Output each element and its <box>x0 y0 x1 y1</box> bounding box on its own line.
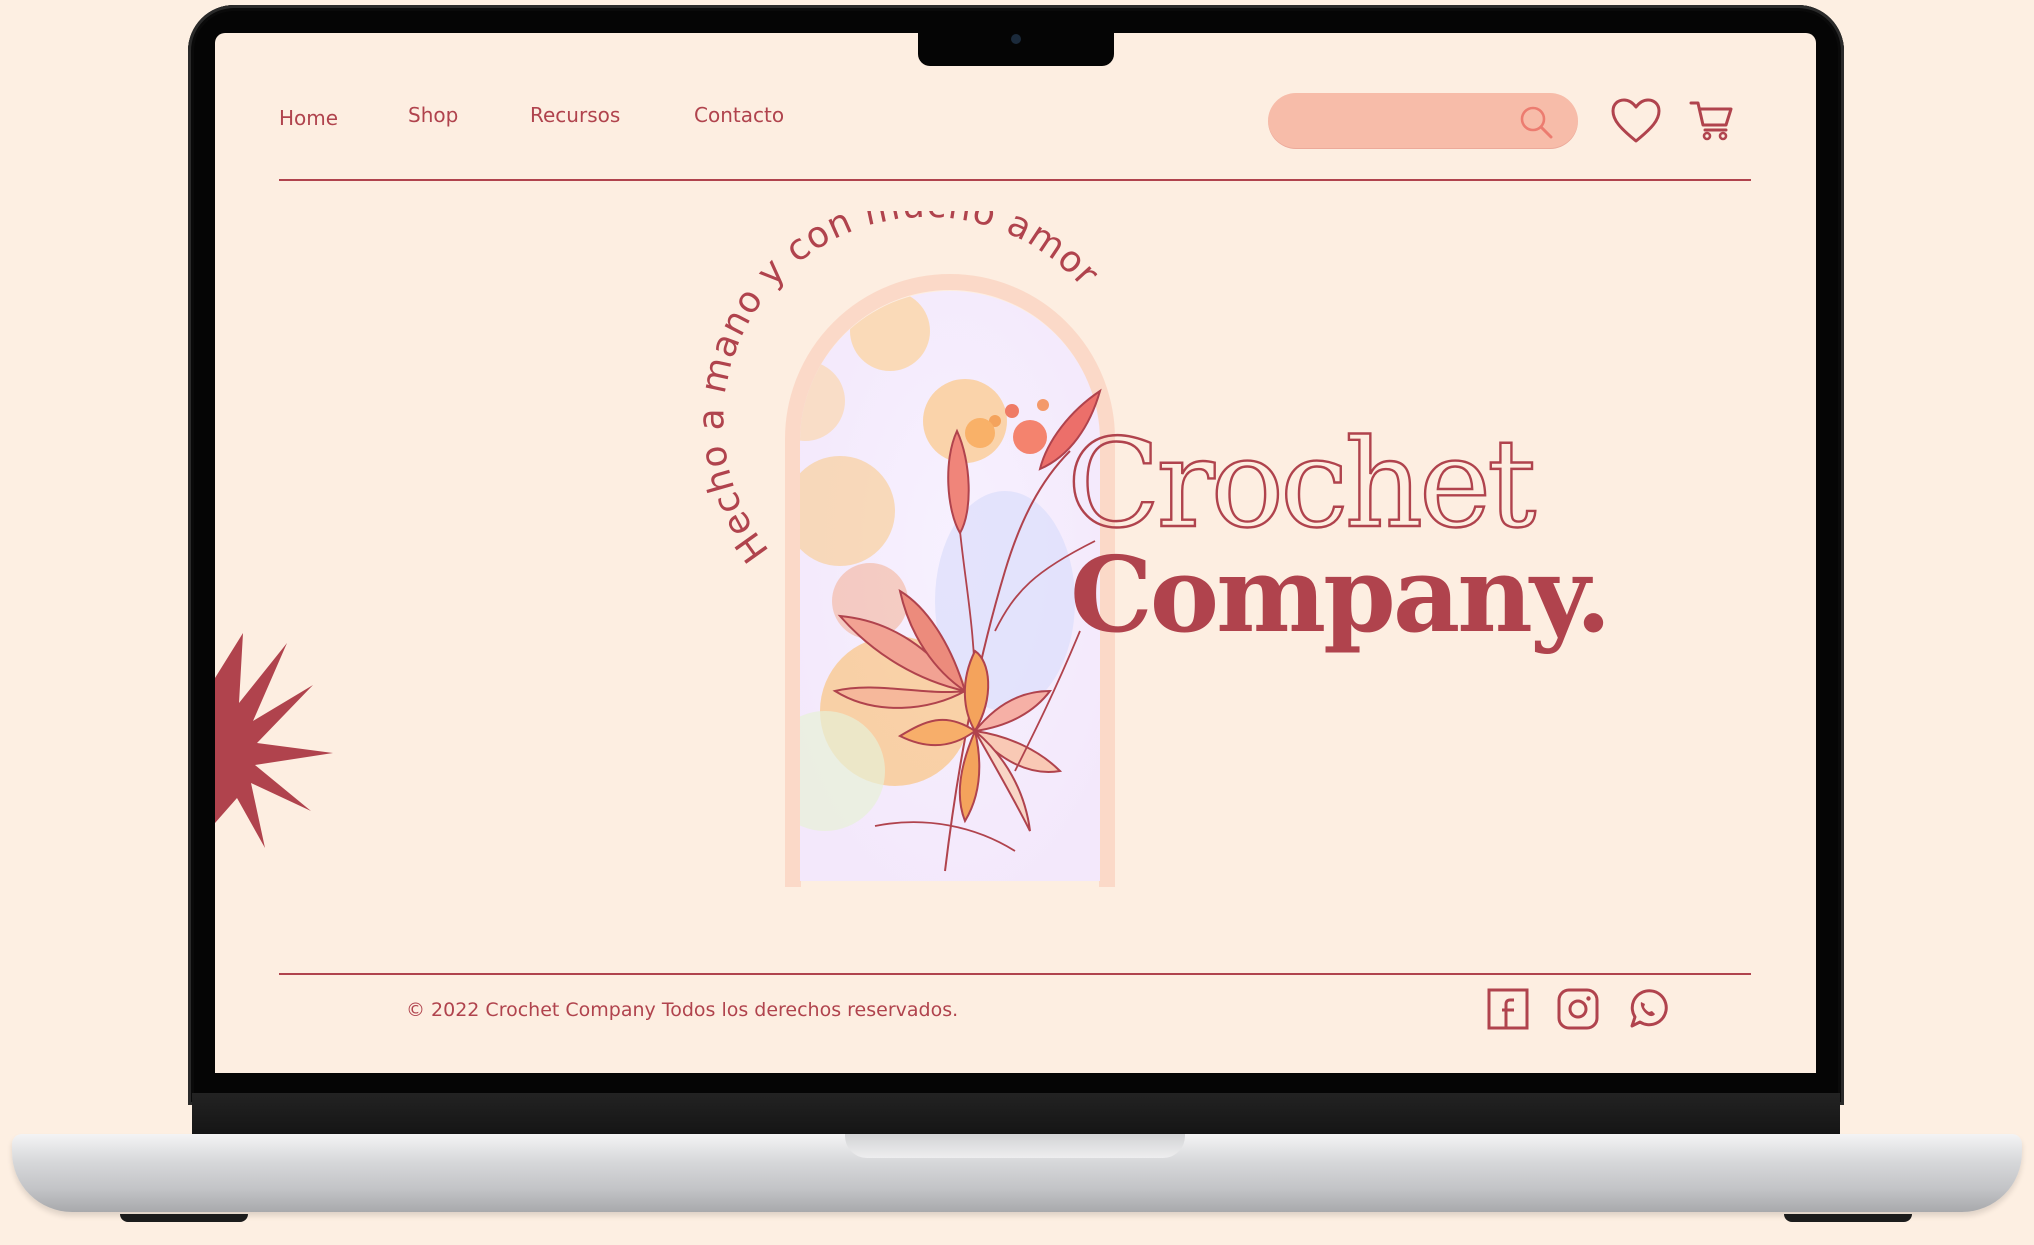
nav-shop[interactable]: Shop <box>408 103 458 127</box>
heart-icon[interactable] <box>1610 97 1662 145</box>
footer-copyright: © 2022 Crochet Company Todos los derecho… <box>406 999 959 1021</box>
hero-title-line2: Company. <box>1070 533 1612 656</box>
hero-title-svg: Crochet <box>1066 412 1542 548</box>
search-icon[interactable] <box>1518 104 1554 140</box>
whatsapp-icon[interactable] <box>1626 988 1668 1030</box>
header-divider <box>279 179 1751 181</box>
laptop-chin <box>192 1093 1840 1137</box>
website-screen: Home Shop Recursos Contacto Hecho a mano… <box>215 33 1816 1073</box>
instagram-icon[interactable] <box>1557 988 1599 1030</box>
footer-divider <box>279 973 1751 975</box>
nav-home[interactable]: Home <box>279 106 338 130</box>
cart-icon[interactable] <box>1689 99 1735 141</box>
starburst-decoration <box>215 633 333 848</box>
laptop-foot-right <box>1784 1214 1912 1222</box>
hero-title-line1: Crochet <box>1067 413 1536 548</box>
laptop-trackpad-notch <box>845 1134 1185 1158</box>
laptop-foot-left <box>120 1214 248 1222</box>
facebook-icon[interactable] <box>1487 988 1529 1030</box>
nav-recursos[interactable]: Recursos <box>530 103 620 127</box>
nav-contacto[interactable]: Contacto <box>694 103 784 127</box>
camera-lens <box>1011 34 1021 44</box>
